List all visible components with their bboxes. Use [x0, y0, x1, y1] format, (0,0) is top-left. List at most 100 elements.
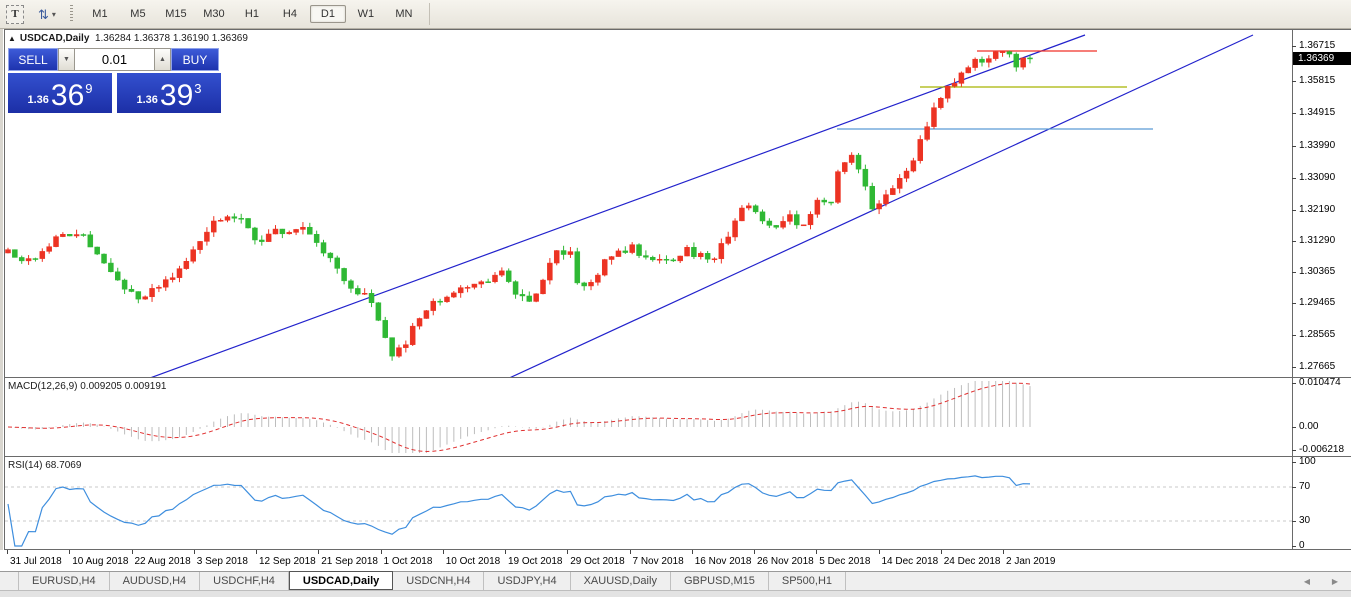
rsi-indicator-chart[interactable] [5, 457, 1292, 548]
bull-candle [183, 261, 190, 269]
chart-tab-USDCNH-H4[interactable]: USDCNH,H4 [393, 572, 485, 590]
axis-tick [1292, 521, 1296, 522]
arrange-windows-button[interactable]: ⇅ ▾ [34, 4, 60, 24]
bull-candle [265, 233, 272, 242]
timeframe-button-D1[interactable]: D1 [309, 5, 346, 23]
time-axis[interactable]: 31 Jul 2018 10 Aug 2018 22 Aug 2018 3 Sep 2… [0, 550, 1351, 571]
ohlc-open: 1.36284 [94, 33, 132, 44]
text-tool-button[interactable]: T [6, 4, 24, 24]
axis-tick [1292, 450, 1296, 451]
bull-candle [677, 255, 683, 262]
buy-button[interactable]: BUY [171, 48, 219, 71]
chart-tab-EURUSD-H4[interactable]: EURUSD,H4 [18, 572, 110, 590]
bull-candle [403, 344, 409, 348]
time-axis-tick [505, 550, 506, 554]
chart-tab-GBPUSD-M15[interactable]: GBPUSD,M15 [671, 572, 769, 590]
macd-axis-label: 0.010474 [1299, 377, 1341, 388]
bull-candle [163, 279, 169, 288]
bear-candle [259, 239, 265, 242]
bear-candle [80, 234, 87, 236]
channel-upper[interactable] [150, 34, 1086, 377]
macd-indicator-chart[interactable] [5, 378, 1292, 456]
ohlc-high: 1.36378 [133, 33, 171, 44]
bear-candle [622, 250, 629, 253]
time-axis-label: 12 Sep 2018 [259, 556, 316, 567]
current-price-badge: 1.36369 [1293, 52, 1351, 65]
chart-tab-USDJPY-H4[interactable]: USDJPY,H4 [484, 572, 571, 590]
timeframe-button-H1[interactable]: H1 [234, 5, 270, 23]
sell-price-big: 36 [50, 79, 85, 112]
tab-scroll-left-button[interactable]: ◀ [1296, 572, 1318, 590]
macd-axis-label: -0.006218 [1299, 444, 1345, 455]
ohlc-low: 1.36190 [172, 33, 209, 44]
bull-candle [992, 51, 999, 59]
timeframe-button-M1[interactable]: M1 [82, 5, 118, 23]
chart-tab-USDCHF-H4[interactable]: USDCHF,H4 [200, 572, 289, 590]
axis-tick [1292, 383, 1296, 384]
bull-candle [176, 268, 183, 278]
volume-input[interactable]: 0.01 [75, 48, 154, 71]
toolbar-separator [428, 3, 430, 25]
sell-button[interactable]: SELL [8, 48, 58, 71]
price-axis-label: 1.36715 [1299, 40, 1336, 51]
bull-candle [732, 220, 738, 238]
bear-candle [855, 154, 862, 170]
timeframe-button-M5[interactable]: M5 [120, 5, 156, 23]
time-axis-label: 24 Dec 2018 [943, 556, 1001, 567]
tab-scroll-right-icon: ▶ [1331, 576, 1339, 586]
bear-candle [670, 259, 677, 262]
bear-candle [821, 199, 827, 203]
timeframe-button-MN[interactable]: MN [386, 5, 422, 23]
one-click-trading-panel: SELL ▼ 0.01 ▲ BUY 1.36 36 9 1.36 39 3 [8, 48, 221, 113]
sell-price-display[interactable]: 1.36 36 9 [8, 73, 112, 113]
time-axis-tick [256, 550, 257, 554]
bull-candle [814, 199, 821, 215]
time-axis-tick [878, 550, 880, 554]
timeframe-button-H4[interactable]: H4 [272, 5, 308, 23]
volume-decrease-button[interactable]: ▼ [58, 48, 75, 71]
macd-label: MACD(12,26,9) 0.009205 0.009191 [8, 381, 167, 392]
chart-tab-USDCAD-Daily[interactable]: USDCAD,Daily [288, 571, 394, 590]
timeframe-button-M30[interactable]: M30 [196, 5, 232, 23]
macd-axis-label: 0.00 [1299, 421, 1319, 432]
bear-candle [752, 205, 759, 213]
bull-candle [60, 234, 66, 237]
axis-tick [1292, 487, 1296, 488]
bull-candle [780, 221, 786, 228]
sell-price-pipette: 9 [85, 81, 93, 96]
bull-candle [416, 318, 423, 327]
tab-scroll-right-button[interactable]: ▶ [1324, 572, 1346, 590]
bull-candle [903, 170, 910, 179]
bull-candle [883, 194, 889, 204]
bull-candle [972, 58, 978, 68]
time-axis-tick [567, 550, 569, 554]
volume-increase-button[interactable]: ▲ [154, 48, 171, 71]
chart-symbol-period: USDCAD,Daily [19, 33, 90, 44]
bear-candle [382, 320, 388, 338]
price-axis-label: 1.33090 [1299, 172, 1336, 183]
bull-candle [601, 259, 608, 276]
dropdown-caret-icon: ▾ [51, 9, 56, 19]
time-axis-label: 19 Oct 2018 [508, 556, 563, 567]
bear-candle [12, 249, 18, 258]
bear-candle [1006, 51, 1013, 55]
time-axis-tick [691, 550, 693, 554]
timeframe-button-W1[interactable]: W1 [348, 5, 384, 23]
collapse-chart-icon[interactable]: ▲ [8, 34, 16, 43]
bull-candle [807, 214, 814, 226]
bear-candle [279, 228, 286, 235]
chart-tab-XAUUSD-Daily[interactable]: XAUUSD,Daily [571, 572, 671, 590]
bull-candle [958, 72, 965, 84]
chart-tab-AUDUSD-H4[interactable]: AUDUSD,H4 [110, 572, 201, 590]
buy-price-big: 39 [159, 79, 194, 112]
bull-candle [917, 139, 924, 161]
time-axis-tick [193, 550, 195, 554]
price-axis-label: 1.30365 [1299, 266, 1336, 277]
window-bottom-edge [0, 590, 1351, 597]
bear-candle [320, 242, 327, 254]
axis-tick [1292, 303, 1296, 304]
timeframe-button-M15[interactable]: M15 [158, 5, 194, 23]
buy-price-display[interactable]: 1.36 39 3 [117, 73, 221, 113]
bull-candle [39, 251, 46, 259]
chart-tab-SP500-H1[interactable]: SP500,H1 [769, 572, 847, 590]
